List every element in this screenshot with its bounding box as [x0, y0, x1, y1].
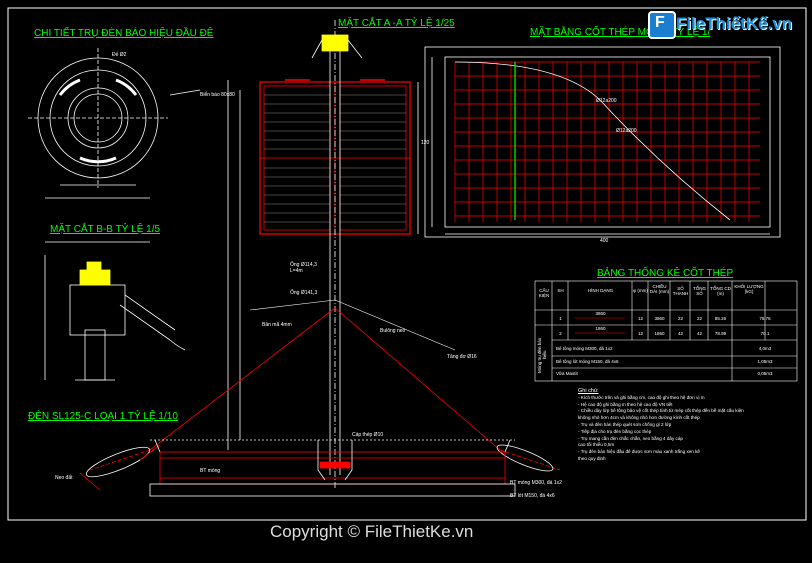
row2-shape: 1860 [595, 326, 606, 331]
row2-n: 42 [677, 331, 683, 336]
note-line: - Tiếp địa cho trụ đèn bằng cọc thép [578, 428, 652, 434]
note-line: - Trụ mang cần đèn chắc chắn, neo bằng 4… [578, 435, 683, 441]
note-line: - Trụ đèn báo hiệu đầu đê được sơn màu x… [578, 449, 700, 455]
wire-note: Cáp thép Ø10 [352, 432, 384, 438]
detail-base-title: CHI TIẾT TRỤ ĐÈN BÁO HIỆU ĐẦU ĐÊ [34, 28, 214, 39]
section-bb-title: MẶT CẮT B-B TỶ LỆ 1/5 [50, 224, 161, 235]
note-line: - Hệ cao độ ghi bằng m theo hệ cao độ VN… [578, 401, 673, 407]
row2-total: 42 [696, 331, 702, 336]
notes-heading: Ghi chú: [578, 388, 599, 394]
row1-total: 22 [696, 316, 702, 321]
summary-2-label: Bê tông lót móng M150, đá 4x6 [556, 359, 619, 364]
row1-len: 3860 [654, 316, 665, 321]
dim-120: 120 [421, 140, 430, 146]
sign-note: Biển báo 80x80 [200, 92, 235, 98]
row1-shape: 3860 [595, 311, 606, 316]
row1-dia: 12 [637, 316, 643, 321]
anchor-note: Neo đất [55, 475, 73, 481]
dim-400: 400 [600, 238, 609, 244]
site-logo[interactable]: F FileThiếtKế.vn [646, 8, 806, 42]
th-khoi-luong: KHỐI LƯỢNG (kG) [734, 284, 764, 294]
tie-rod-label: Tăng đơ Ø16 [447, 354, 477, 360]
th-hinh-dang: HÌNH DẠNG [587, 288, 614, 293]
row2-cd: 78.99 [714, 331, 727, 336]
note-line: - Kích thước trên và ghi bằng cm, cao độ… [578, 394, 705, 400]
logo-text: FileThiếtKế.vn [676, 14, 793, 33]
group-label: Móng trụ đèn báo hiệu [537, 337, 547, 373]
th-phi: φ (mm) [633, 288, 648, 293]
row1-kg: 75.76 [759, 316, 771, 321]
section-aa-title: MẶT CẮT A -A TỶ LỆ 1/25 [338, 18, 455, 29]
th-cau-kien: CẤU KIỆN [538, 288, 550, 298]
cad-drawing [7, 7, 807, 521]
lean-concrete-label: BT lót M150, đá 4x6 [510, 493, 555, 499]
rebar-table-title: BẢNG THỐNG KÊ CỐT THÉP [597, 268, 734, 279]
pipe-141-label: Ống Ø141,3 [290, 290, 318, 296]
note-line: - Chiều dày lớp bê tông bảo vệ cốt thép … [578, 408, 744, 414]
th-tong-so: TỔNG SỐ [693, 286, 706, 296]
summary-3-label: Vữa Mastit [556, 371, 578, 376]
summary-2-value: 1,05m3 [757, 359, 773, 364]
row1-n: 22 [677, 316, 683, 321]
pole-len-label: L=4m [290, 268, 303, 274]
summary-3-value: 0,05m3 [757, 371, 773, 376]
th-sh: SH [557, 288, 564, 293]
concrete-note: BT móng [200, 468, 221, 474]
summary-1-value: 4,0m3 [758, 346, 772, 351]
logo-icon: F [648, 11, 676, 39]
row1-cd: 85.26 [714, 316, 727, 321]
row1-sh: 1 [559, 316, 562, 321]
copyright-watermark: Copyright © FileThietKe.vn [270, 522, 474, 541]
row2-kg: 70.1 [760, 331, 770, 336]
note-line: cao tối thiểu 0,5m [578, 442, 615, 448]
section-bb [44, 241, 186, 381]
note-line: - Trụ và đèn hàn thép quét sơn chống gỉ … [578, 421, 672, 427]
rebar-mid-label: Ø12a200 [616, 128, 637, 134]
base-plate-detail [28, 48, 201, 199]
row2-dia: 12 [637, 331, 643, 336]
row2-sh: 2 [559, 331, 562, 336]
th-tong-cd: TỔNG CD (m) [710, 286, 731, 296]
lamp-title: ĐÈN SL125-C LOẠI 1 TỶ LỆ 1/10 [28, 411, 178, 422]
foundation-label: BT móng M300, đá 1x2 [510, 480, 562, 486]
stiffener-label: Bản mã 4mm [262, 322, 292, 328]
base-phi-label: Đế Ø2 [112, 52, 127, 58]
rebar-top-label: Ø12a200 [596, 98, 617, 104]
summary-1-label: Bê tông móng M300, đá 1x2 [556, 346, 613, 351]
plan-rebar [424, 46, 781, 238]
notes-block: Ghi chú: - Kích thước trên và ghi bằng c… [578, 388, 803, 463]
note-line: không nhỏ hơn 4cm và không nhỏ hơn đường… [578, 415, 700, 421]
th-chieu-dai: CHIỀU DÀI (mm) [649, 284, 670, 294]
bolt-label: Bulông neo [380, 328, 406, 334]
note-line: theo quy định [578, 455, 606, 461]
row2-len: 1860 [654, 331, 665, 336]
th-so-thanh: SỐ THANH [672, 286, 689, 296]
